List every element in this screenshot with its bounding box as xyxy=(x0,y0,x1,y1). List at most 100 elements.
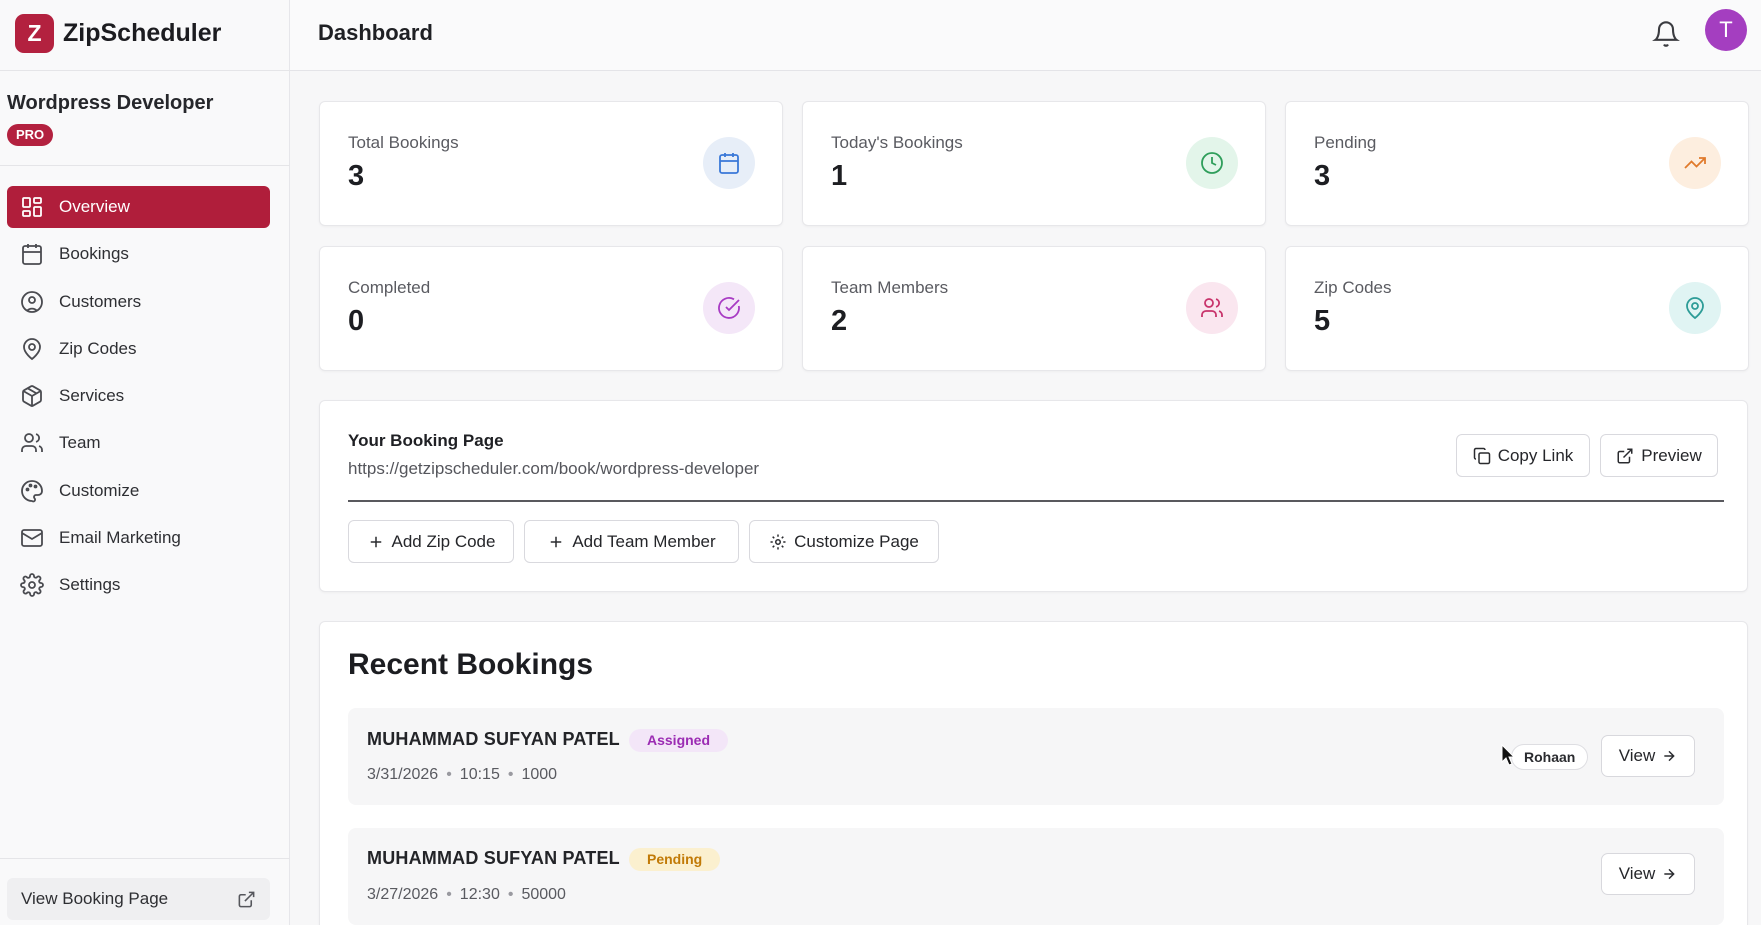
copy-link-button[interactable]: Copy Link xyxy=(1456,434,1590,477)
workspace-name: Wordpress Developer xyxy=(7,92,214,114)
brand[interactable]: Z ZipScheduler xyxy=(15,13,221,53)
sidebar-item-label: Bookings xyxy=(59,244,129,264)
sidebar-item-overview[interactable]: Overview xyxy=(7,186,270,228)
arrow-right-icon xyxy=(1664,868,1675,880)
divider xyxy=(0,165,290,166)
grid-icon xyxy=(22,197,42,217)
plus-icon xyxy=(551,536,562,547)
view-label: View xyxy=(1618,746,1656,765)
add-team-member-label: Add Team Member xyxy=(572,531,716,551)
separator-dot: • xyxy=(446,886,452,903)
customer-name: MUHAMMAD SUFYAN PATEL xyxy=(367,848,620,868)
gear-icon xyxy=(20,573,44,598)
palette-icon xyxy=(21,479,43,503)
stat-label: Completed xyxy=(348,278,431,297)
sidebar-item-label: Customers xyxy=(59,291,142,311)
view-label: View xyxy=(1618,864,1656,883)
add-zip-code-button[interactable]: Add Zip Code xyxy=(348,520,514,563)
brand-logo: Z xyxy=(15,13,54,53)
separator-dot: • xyxy=(446,766,452,783)
external-link-icon xyxy=(238,891,255,907)
mail-icon xyxy=(21,529,43,547)
user-circle-icon xyxy=(21,290,43,313)
list-item[interactable]: MUHAMMAD SUFYAN PATEL Pending 3/27/2026 •… xyxy=(348,828,1724,925)
sidebar-item-label: Overview xyxy=(59,197,130,216)
sidebar-item-services[interactable]: Services xyxy=(7,375,270,417)
stat-value: 1 xyxy=(831,160,848,192)
customize-page-label: Customize Page xyxy=(794,531,919,551)
recent-bookings-card: Recent Bookings MUHAMMAD SUFYAN PATEL As… xyxy=(319,621,1748,925)
sidebar-item-label: Customize xyxy=(59,480,140,500)
bell-icon[interactable] xyxy=(1652,20,1680,48)
booking-time: 12:30 xyxy=(459,886,500,903)
customize-page-button[interactable]: Customize Page xyxy=(749,520,939,563)
gear-icon xyxy=(770,534,786,549)
avatar[interactable]: T xyxy=(1705,9,1747,51)
copy-link-label: Copy Link xyxy=(1497,445,1574,465)
add-zip-code-label: Add Zip Code xyxy=(391,531,496,551)
top-bar: Dashboard T xyxy=(290,0,1761,71)
stat-label: Today's Bookings xyxy=(831,133,963,152)
users-icon xyxy=(1186,282,1238,334)
booking-page-card: Your Booking Page https://getzipschedule… xyxy=(319,400,1748,592)
assignee-badge: Rohaan xyxy=(1511,744,1589,770)
stat-card-team-members: Team Members 2 xyxy=(802,246,1266,371)
stat-value: 3 xyxy=(1314,160,1331,192)
sidebar-item-team[interactable]: Team xyxy=(7,422,270,464)
view-button[interactable]: View xyxy=(1601,735,1695,777)
external-link-icon xyxy=(1617,448,1633,463)
booking-zip: 1000 xyxy=(521,766,558,783)
booking-time: 10:15 xyxy=(459,766,500,783)
sidebar-item-email-marketing[interactable]: Email Marketing xyxy=(7,517,270,559)
separator-dot: • xyxy=(507,766,514,783)
separator-dot: • xyxy=(507,886,514,903)
sidebar-item-zip-codes[interactable]: Zip Codes xyxy=(7,328,270,370)
view-booking-page-link[interactable]: View Booking Page xyxy=(7,878,270,920)
brand-name: ZipScheduler xyxy=(63,18,222,47)
users-icon xyxy=(21,433,43,453)
stat-value: 0 xyxy=(348,305,365,337)
mouse-cursor-icon xyxy=(1501,744,1515,766)
view-button[interactable]: View xyxy=(1601,853,1695,895)
view-booking-page-label: View Booking Page xyxy=(21,889,169,908)
stat-label: Total Bookings xyxy=(348,133,459,152)
stat-value: 3 xyxy=(348,160,365,192)
booking-date: 3/31/2026 xyxy=(367,766,439,783)
sidebar-item-label: Team xyxy=(59,433,101,453)
preview-button[interactable]: Preview xyxy=(1600,434,1718,477)
divider xyxy=(0,858,290,859)
booking-page-title: Your Booking Page xyxy=(348,431,504,450)
map-pin-icon xyxy=(1669,282,1721,334)
arrow-right-icon xyxy=(1664,750,1675,762)
booking-meta: 3/27/2026 • 12:30 • 50000 xyxy=(367,886,566,904)
copy-icon xyxy=(1473,447,1490,464)
sidebar-item-bookings[interactable]: Bookings xyxy=(7,233,270,275)
stat-label: Zip Codes xyxy=(1314,278,1392,297)
add-team-member-button[interactable]: Add Team Member xyxy=(524,520,739,563)
sidebar-item-customize[interactable]: Customize xyxy=(7,470,270,512)
sidebar-item-settings[interactable]: Settings xyxy=(7,564,270,606)
booking-meta: 3/31/2026 • 10:15 • 1000 xyxy=(367,766,557,784)
stat-label: Pending xyxy=(1314,133,1377,152)
list-item[interactable]: MUHAMMAD SUFYAN PATEL Assigned 3/31/2026… xyxy=(348,708,1724,805)
stat-card-pending: Pending 3 xyxy=(1285,101,1749,226)
package-icon xyxy=(22,385,42,408)
map-pin-icon xyxy=(23,338,41,361)
customer-name: MUHAMMAD SUFYAN PATEL xyxy=(367,729,620,749)
page-title: Dashboard xyxy=(318,20,433,45)
booking-date: 3/27/2026 xyxy=(367,886,439,903)
status-badge: Assigned xyxy=(629,729,729,752)
trending-up-icon xyxy=(1669,137,1721,189)
sidebar-item-customers[interactable]: Customers xyxy=(7,281,270,323)
section-title: Recent Bookings xyxy=(348,648,594,681)
booking-zip: 50000 xyxy=(521,886,566,903)
calendar-icon xyxy=(703,137,755,189)
sidebar: Z ZipScheduler Wordpress Developer PRO O… xyxy=(0,0,290,925)
status-badge: Pending xyxy=(629,848,721,871)
stat-card-zip-codes: Zip Codes 5 xyxy=(1285,246,1749,371)
booking-page-url[interactable]: https://getzipscheduler.com/book/wordpre… xyxy=(348,459,759,479)
preview-label: Preview xyxy=(1641,445,1702,465)
app-root: Z ZipScheduler Wordpress Developer PRO O… xyxy=(0,0,1761,925)
plus-icon xyxy=(370,536,381,547)
stat-value: 2 xyxy=(831,305,848,337)
